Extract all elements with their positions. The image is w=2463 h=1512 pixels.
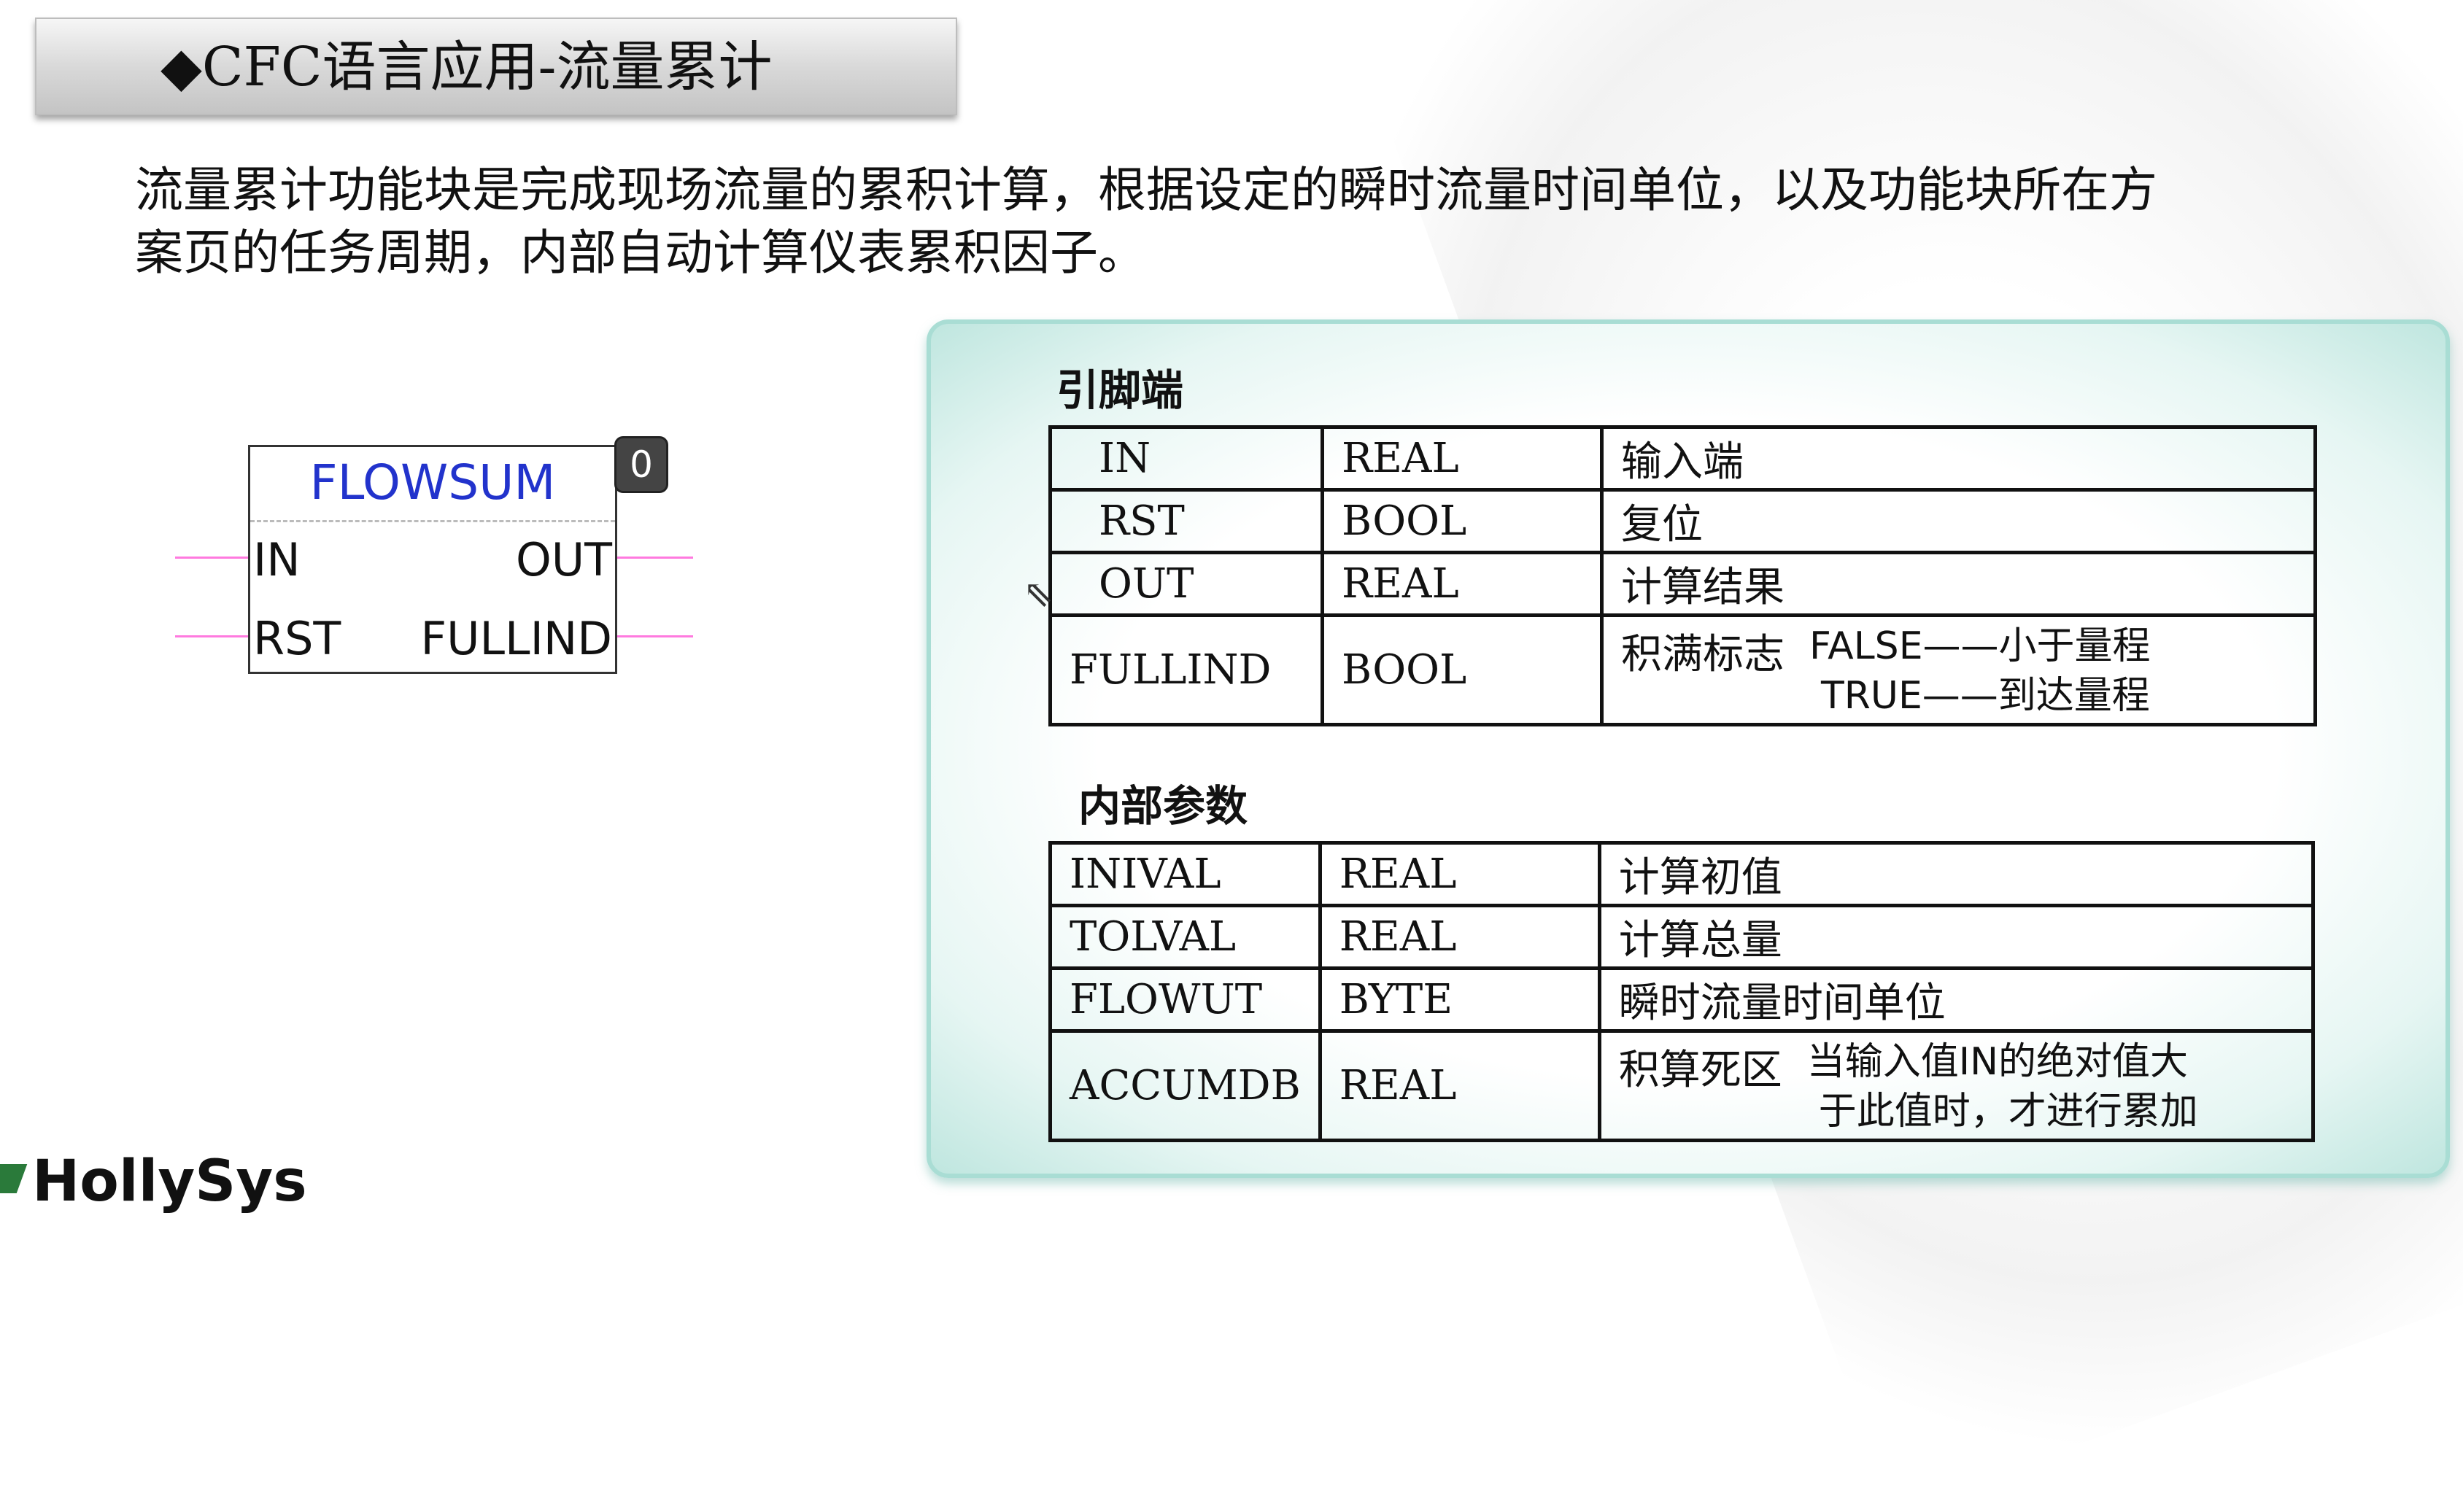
param-name: TOLVAL [1048, 904, 1322, 970]
param-desc: 瞬时流量时间单位 [1597, 966, 2315, 1033]
param-desc: 计算初值 [1597, 841, 2315, 907]
pin-desc-cell: 积满标志 FALSE——小于量程 TRUE——到达量程 [1600, 613, 2317, 726]
table-row: RST BOOL 复位 [1048, 488, 2317, 554]
param-type: REAL [1318, 904, 1601, 970]
table-row: ACCUMDB REAL 积算死区 当输入值IN的绝对值大 于此值时，才进行累加 [1048, 1029, 2315, 1142]
pin-name: OUT [1048, 551, 1324, 617]
mouse-cursor-icon: ⇖ [1023, 573, 1053, 615]
function-block-body: FLOWSUM IN RST OUT FULLIND [248, 445, 617, 674]
block-divider [250, 520, 615, 522]
param-desc-detail: 当输入值IN的绝对值大 于此值时，才进行累加 [1807, 1037, 2198, 1136]
param-desc: 积算死区 [1618, 1047, 1782, 1094]
param-name: FLOWUT [1048, 966, 1322, 1033]
table-row: OUT REAL 计算结果 [1048, 551, 2317, 617]
param-name: ACCUMDB [1048, 1029, 1322, 1142]
pin-name: RST [1048, 488, 1324, 554]
flowsum-function-block: FLOWSUM IN RST OUT FULLIND 0 [175, 436, 700, 684]
table-row: TOLVAL REAL 计算总量 [1048, 904, 2315, 970]
pin-line-out [613, 557, 693, 559]
pin-desc: 复位 [1600, 488, 2317, 554]
table-row: INIVAL REAL 计算初值 [1048, 841, 2315, 907]
slide-title: ◆CFC语言应用-流量累计 [161, 36, 773, 98]
intro-line-2: 案页的任务周期，内部自动计算仪表累积因子。 [135, 225, 1146, 281]
output-pin-out: OUT [515, 533, 612, 586]
pins-heading: 引脚端 [1056, 365, 1184, 415]
pin-desc: 积满标志 [1621, 631, 1785, 678]
pin-type: BOOL [1321, 613, 1604, 726]
function-block-name: FLOWSUM [309, 454, 556, 511]
params-heading: 内部参数 [1078, 781, 1248, 831]
company-logo: HollySys [32, 1149, 307, 1214]
table-row: FULLIND BOOL 积满标志 FALSE——小于量程 TRUE——到达量程 [1048, 613, 2317, 726]
pin-line-fullind [613, 635, 693, 637]
logo-mark-icon [0, 1164, 28, 1193]
input-pin-in: IN [253, 533, 301, 586]
output-pin-fullind: FULLIND [420, 612, 612, 665]
pin-name: IN [1048, 425, 1324, 492]
param-desc: 计算总量 [1597, 904, 2315, 970]
desc-row: 积满标志 FALSE——小于量程 TRUE——到达量程 [1621, 621, 2296, 721]
title-banner: ◆CFC语言应用-流量累计 [35, 18, 957, 115]
desc-detail-line: 于此值时，才进行累加 [1818, 1090, 2198, 1133]
param-type: REAL [1318, 841, 1601, 907]
table-row: IN REAL 输入端 [1048, 425, 2317, 492]
pin-desc: 计算结果 [1600, 551, 2317, 617]
param-type: REAL [1318, 1029, 1601, 1142]
pin-desc-detail: FALSE——小于量程 TRUE——到达量程 [1809, 621, 2151, 721]
desc-detail-line: FALSE——小于量程 [1809, 624, 2151, 668]
param-name: INIVAL [1048, 841, 1322, 907]
desc-row: 积算死区 当输入值IN的绝对值大 于此值时，才进行累加 [1619, 1037, 2294, 1136]
param-type: BYTE [1318, 966, 1601, 1033]
pin-desc: 输入端 [1600, 425, 2317, 492]
desc-detail-line: 当输入值IN的绝对值大 [1806, 1040, 2188, 1084]
input-pin-rst: RST [253, 612, 341, 665]
pin-line-rst [175, 635, 251, 637]
table-row: FLOWUT BYTE 瞬时流量时间单位 [1048, 966, 2315, 1033]
pin-line-in [175, 557, 251, 559]
execution-order-badge: 0 [614, 436, 668, 493]
params-table: INIVAL REAL 计算初值 TOLVAL REAL 计算总量 FLOWUT… [1048, 841, 2315, 1142]
param-desc-cell: 积算死区 当输入值IN的绝对值大 于此值时，才进行累加 [1597, 1029, 2315, 1142]
pins-table: IN REAL 输入端 RST BOOL 复位 OUT REAL 计算结果 FU… [1048, 425, 2317, 726]
pin-name: FULLIND [1048, 613, 1324, 726]
desc-detail-line: TRUE——到达量程 [1821, 674, 2150, 718]
pin-type: REAL [1321, 551, 1604, 617]
intro-line-1: 流量累计功能块是完成现场流量的累积计算，根据设定的瞬时流量时间单位，以及功能块所… [135, 162, 2157, 218]
intro-paragraph: 流量累计功能块是完成现场流量的累积计算，根据设定的瞬时流量时间单位，以及功能块所… [135, 159, 2411, 284]
pin-type: BOOL [1321, 488, 1604, 554]
pin-type: REAL [1321, 425, 1604, 492]
